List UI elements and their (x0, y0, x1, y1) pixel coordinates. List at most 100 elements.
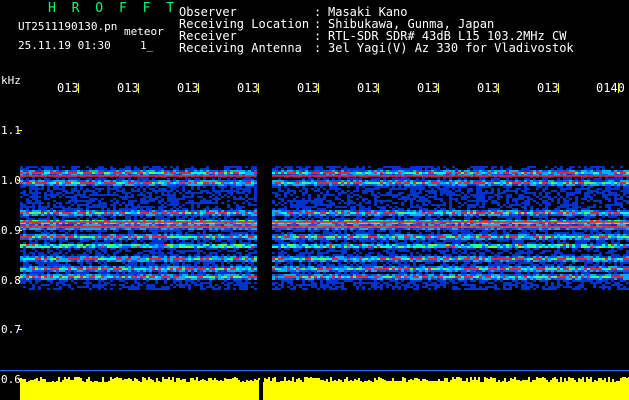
spectrogram-pixel (302, 206, 305, 208)
spectrogram-pixel (605, 228, 608, 230)
spectrogram-pixel (533, 180, 536, 182)
spectrogram-pixel (524, 178, 527, 180)
spectrogram-pixel (560, 170, 563, 172)
spectrogram-pixel (203, 200, 206, 202)
spectrogram-pixel (392, 196, 395, 198)
spectrogram-pixel (410, 168, 413, 170)
spectrogram-pixel (371, 192, 374, 194)
spectrogram-pixel (86, 170, 89, 172)
spectrogram-pixel (596, 212, 599, 214)
spectrogram-pixel (119, 168, 122, 170)
spectrogram-pixel (224, 180, 227, 182)
spectrogram-pixel (173, 204, 176, 206)
spectrogram-pixel (158, 168, 161, 170)
spectrogram-pixel (512, 182, 515, 184)
spectrogram-pixel (218, 234, 221, 236)
spectrogram-pixel (71, 184, 74, 186)
spectrogram-pixel (287, 232, 290, 234)
spectrogram-pixel (146, 172, 149, 174)
spectrogram-pixel (212, 210, 215, 212)
spectrogram-pixel (107, 188, 110, 190)
spectrogram-pixel (50, 210, 53, 212)
spectrogram-pixel (359, 202, 362, 204)
spectrogram-pixel (326, 170, 329, 172)
spectrogram-pixel (71, 198, 74, 200)
spectrogram-pixel (416, 228, 419, 230)
spectrogram-pixel (554, 232, 557, 234)
spectrogram-pixel (101, 230, 104, 232)
spectrogram-pixel (401, 224, 404, 226)
spectrogram-pixel (101, 208, 104, 210)
spectrogram-pixel (155, 198, 158, 200)
spectrogram-pixel (227, 190, 230, 192)
spectrogram-pixel (386, 194, 389, 196)
spectrogram-pixel (596, 188, 599, 190)
spectrogram-pixel (32, 180, 35, 182)
spectrogram-pixel (386, 180, 389, 182)
spectrogram-pixel (221, 188, 224, 190)
spectrogram-pixel (38, 218, 41, 220)
spectrogram-pixel (284, 234, 287, 236)
spectrogram-pixel (137, 180, 140, 182)
spectrogram-pixel (569, 194, 572, 196)
spectrogram-pixel (554, 210, 557, 212)
spectrogram-pixel (329, 224, 332, 226)
spectrogram-pixel (434, 180, 437, 182)
spectrogram-pixel (38, 168, 41, 170)
spectrogram-pixel (350, 184, 353, 186)
spectrogram-pixel (527, 200, 530, 202)
spectrogram-pixel (605, 230, 608, 232)
spectrogram-pixel (362, 228, 365, 230)
spectrogram-pixel (344, 168, 347, 170)
spectrogram-pixel (170, 232, 173, 234)
spectrogram-pixel (68, 210, 71, 212)
spectrogram-pixel (557, 194, 560, 196)
spectrogram-pixel (554, 228, 557, 230)
spectrogram-pixel (185, 214, 188, 216)
spectrogram-pixel (305, 190, 308, 192)
spectrogram-pixel (407, 212, 410, 214)
spectrogram-pixel (95, 206, 98, 208)
spectrogram-pixel (395, 202, 398, 204)
spectrogram-pixel (587, 182, 590, 184)
spectrogram-pixel (473, 170, 476, 172)
spectrogram-pixel (356, 230, 359, 232)
spectrogram-pixel (383, 230, 386, 232)
spectrogram-pixel (413, 218, 416, 220)
spectrogram-pixel (338, 206, 341, 208)
spectrogram-pixel (290, 232, 293, 234)
spectrogram-pixel (365, 184, 368, 186)
spectrogram-pixel (50, 208, 53, 210)
spectrogram-pixel (431, 170, 434, 172)
spectrogram-pixel (275, 224, 278, 226)
spectrogram-pixel (548, 198, 551, 200)
spectrogram-pixel (407, 224, 410, 226)
spectrogram-pixel (536, 184, 539, 186)
spectrogram-pixel (542, 210, 545, 212)
spectrogram-pixel (410, 182, 413, 184)
spectrogram-pixel (479, 214, 482, 216)
spectrogram-pixel (101, 198, 104, 200)
spectrogram-pixel (572, 230, 575, 232)
spectrogram-pixel (488, 212, 491, 214)
spectrogram-pixel (278, 230, 281, 232)
spectrogram-pixel (68, 206, 71, 208)
spectrogram-pixel (242, 188, 245, 190)
spectrogram-pixel (218, 198, 221, 200)
spectrogram-pixel (203, 172, 206, 174)
spectrogram-pixel (383, 170, 386, 172)
spectrogram-pixel (86, 212, 89, 214)
spectrogram-pixel (104, 210, 107, 212)
spectrogram-pixel (44, 230, 47, 232)
spectrogram-pixel (209, 184, 212, 186)
spectrogram-pixel (77, 184, 80, 186)
spectrogram-pixel (170, 214, 173, 216)
spectrogram-pixel (56, 184, 59, 186)
spectrogram-pixel (482, 200, 485, 202)
spectrogram-pixel (98, 210, 101, 212)
spectrogram-pixel (479, 218, 482, 220)
spectrogram-pixel (473, 172, 476, 174)
spectrogram-pixel (185, 208, 188, 210)
spectrogram-pixel (56, 188, 59, 190)
spectrogram-pixel (302, 184, 305, 186)
